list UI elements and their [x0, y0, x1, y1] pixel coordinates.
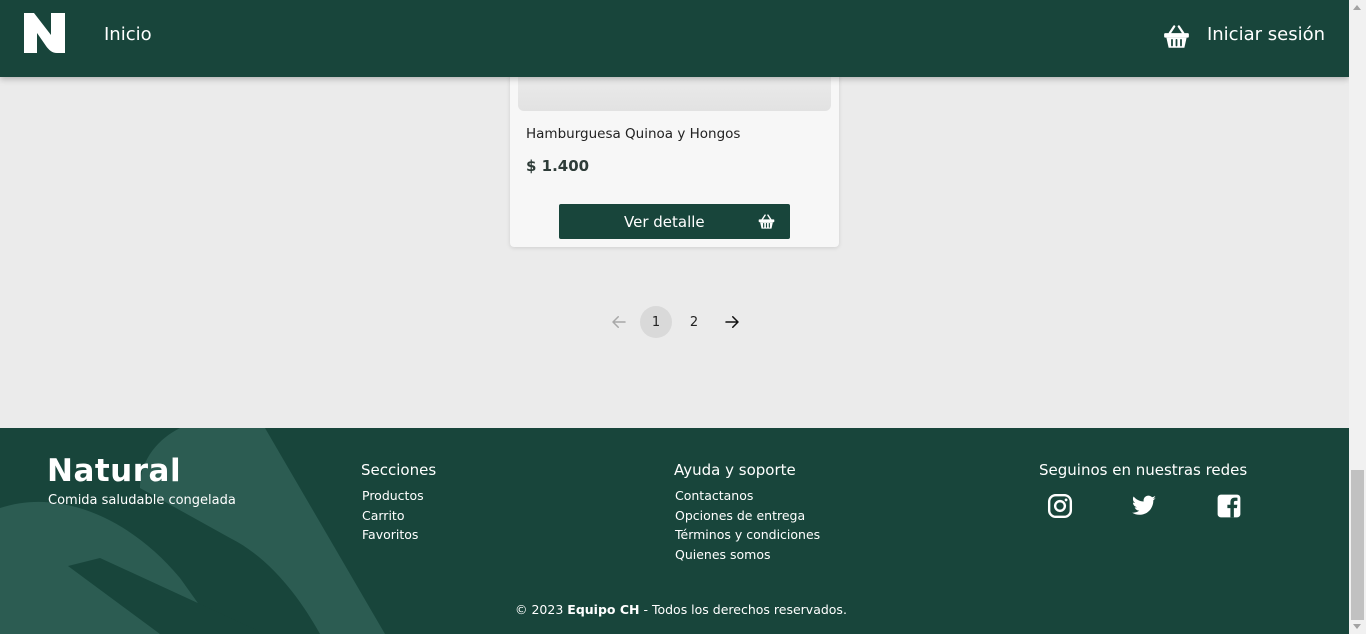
instagram-icon[interactable]	[1047, 493, 1073, 519]
product-name: Hamburguesa Quinoa y Hongos	[526, 126, 741, 142]
copyright-suffix: - Todos los derechos reservados.	[643, 602, 847, 617]
footer-link-productos[interactable]: Productos	[362, 486, 424, 506]
product-price: $ 1.400	[526, 157, 590, 175]
sections-title: Secciones	[361, 461, 437, 479]
footer-tagline: Comida saludable congelada	[48, 493, 236, 508]
footer-link-favoritos[interactable]: Favoritos	[362, 525, 424, 545]
footer-link-carrito[interactable]: Carrito	[362, 506, 424, 526]
nav-home-link[interactable]: Inicio	[104, 24, 152, 45]
view-detail-label: Ver detalle	[624, 213, 705, 231]
help-list: Contactanos Opciones de entrega Términos…	[675, 486, 820, 564]
next-page-button[interactable]	[716, 306, 748, 338]
view-detail-button[interactable]: Ver detalle	[559, 204, 790, 239]
footer-link-terminos[interactable]: Términos y condiciones	[675, 525, 820, 545]
arrow-left-icon	[612, 316, 626, 328]
facebook-icon[interactable]	[1216, 493, 1242, 519]
footer-link-entrega[interactable]: Opciones de entrega	[675, 506, 820, 526]
copyright: © 2023 Equipo CH - Todos los derechos re…	[515, 602, 847, 617]
scroll-up-icon[interactable]	[1353, 5, 1361, 10]
natural-n-logo[interactable]	[24, 13, 65, 53]
page-1-button[interactable]: 1	[640, 306, 672, 338]
page-scrollbar[interactable]	[1349, 0, 1366, 634]
scroll-thumb[interactable]	[1351, 470, 1364, 620]
sections-list: Productos Carrito Favoritos	[362, 486, 424, 545]
twitter-icon[interactable]	[1131, 493, 1157, 519]
shopping-basket-icon[interactable]	[1163, 23, 1190, 50]
arrow-right-icon	[725, 316, 739, 328]
footer-brand: Natural	[47, 453, 182, 489]
product-card: Hamburguesa Quinoa y Hongos $ 1.400 Ver …	[510, 60, 839, 247]
page: Inicio Iniciar sesión Hamburguesa Quinoa…	[0, 0, 1349, 634]
copyright-prefix: © 2023	[515, 602, 564, 617]
footer-link-contactanos[interactable]: Contactanos	[675, 486, 820, 506]
footer: Natural Comida saludable congelada Secci…	[0, 428, 1349, 634]
prev-page-button[interactable]	[603, 306, 635, 338]
help-title: Ayuda y soporte	[674, 461, 796, 479]
basket-icon	[758, 214, 775, 229]
social-title: Seguinos en nuestras redes	[1039, 461, 1248, 479]
scroll-down-icon[interactable]	[1353, 624, 1361, 629]
copyright-team: Equipo CH	[567, 602, 640, 617]
login-link[interactable]: Iniciar sesión	[1207, 24, 1325, 45]
footer-link-quienes-somos[interactable]: Quienes somos	[675, 545, 820, 565]
navbar: Inicio Iniciar sesión	[0, 0, 1349, 77]
page-2-button[interactable]: 2	[678, 306, 710, 338]
